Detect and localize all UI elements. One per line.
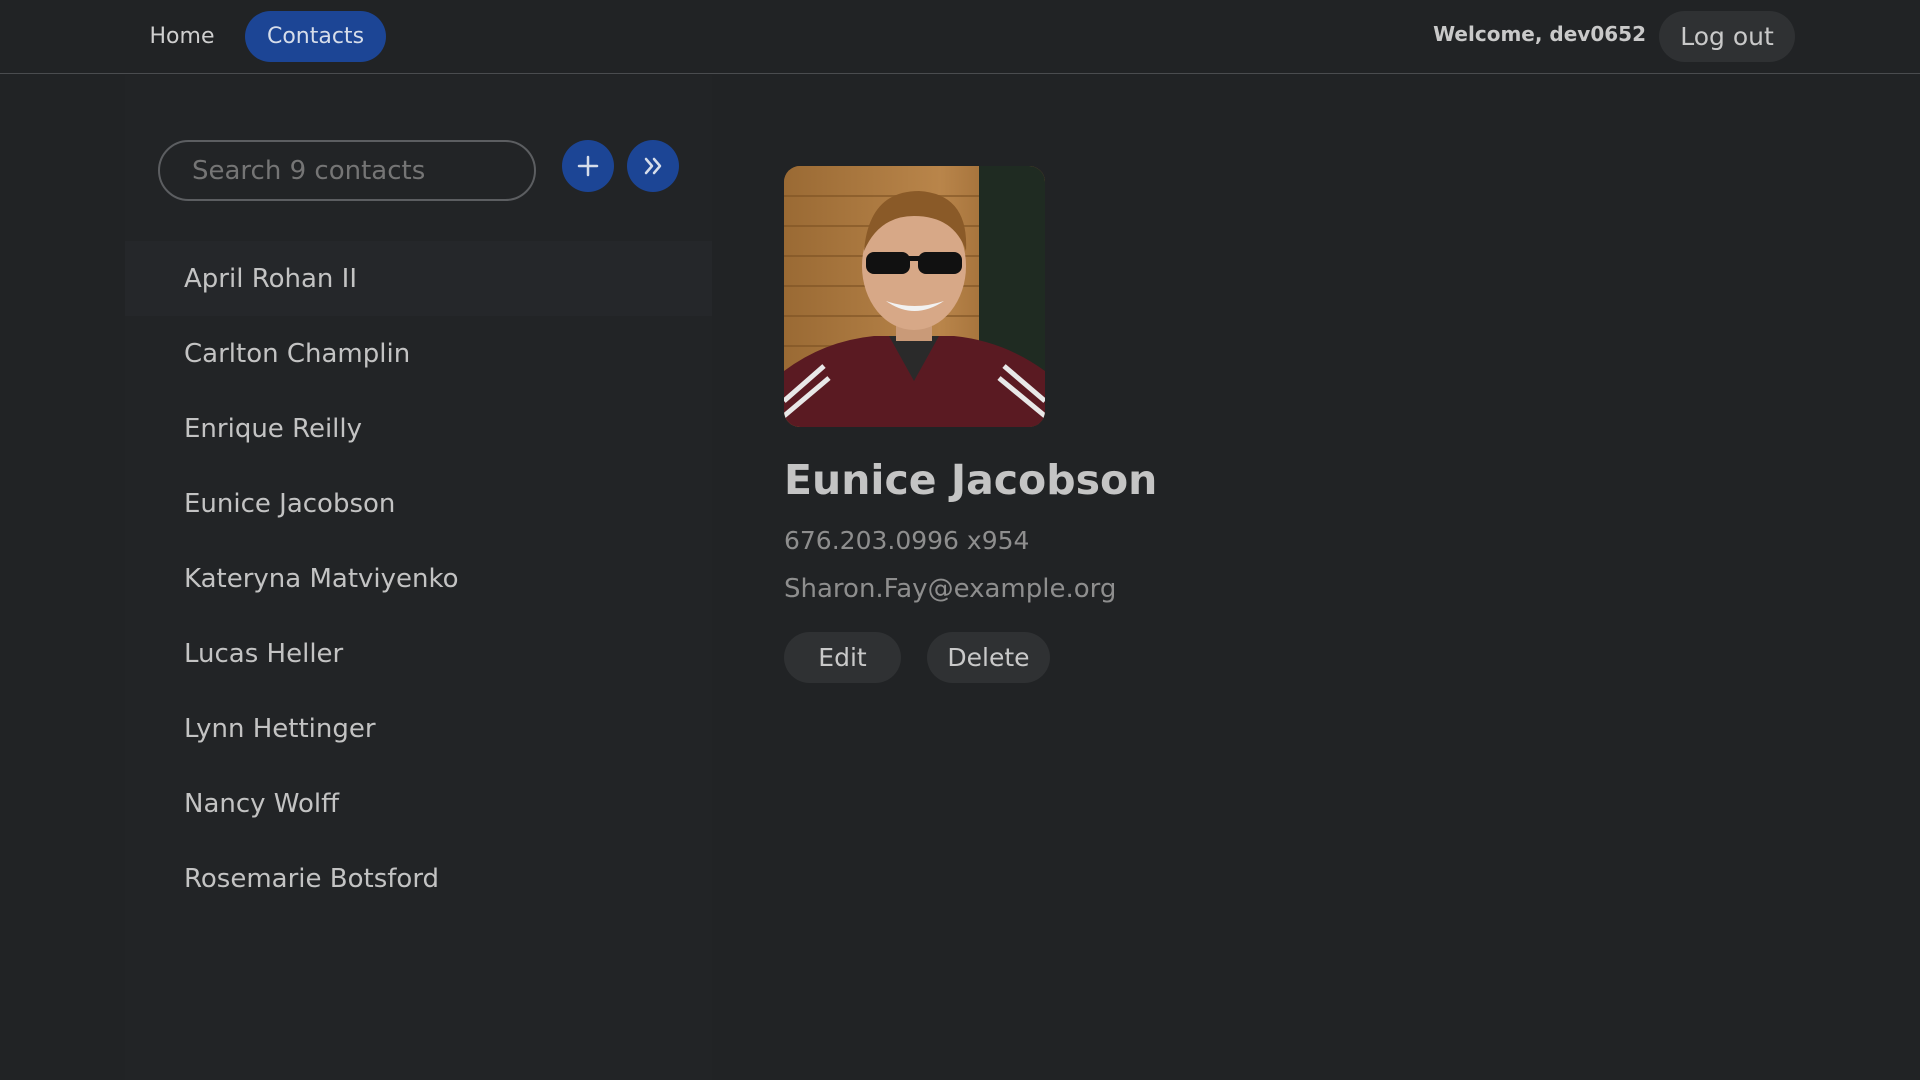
nav-contacts-link[interactable]: Contacts: [245, 11, 386, 62]
top-navbar: Home Contacts Welcome, dev0652 Log out: [0, 0, 1920, 74]
welcome-text: Welcome, dev0652: [1433, 22, 1646, 46]
contact-name-heading: Eunice Jacobson: [784, 456, 1158, 504]
double-chevron-right-icon: [644, 157, 662, 175]
contact-avatar: [784, 166, 1045, 427]
contact-list-item[interactable]: April Rohan II: [125, 241, 712, 316]
contact-list-item[interactable]: Lucas Heller: [125, 616, 712, 691]
search-input[interactable]: [158, 140, 536, 201]
contact-photo: [784, 166, 1045, 427]
logout-button[interactable]: Log out: [1659, 11, 1795, 62]
contact-list-item[interactable]: Lynn Hettinger: [125, 691, 712, 766]
add-contact-button[interactable]: [562, 140, 614, 192]
nav-home-link[interactable]: Home: [133, 11, 231, 62]
delete-button[interactable]: Delete: [927, 632, 1050, 683]
contact-list-item[interactable]: Kateryna Matviyenko: [125, 541, 712, 616]
contact-list-item[interactable]: Rosemarie Botsford: [125, 841, 712, 916]
contact-list-item[interactable]: Eunice Jacobson: [125, 466, 712, 541]
expand-button[interactable]: [627, 140, 679, 192]
plus-icon: [577, 155, 599, 177]
contact-list-item[interactable]: Enrique Reilly: [125, 391, 712, 466]
contact-list-item[interactable]: Carlton Champlin: [125, 316, 712, 391]
edit-button[interactable]: Edit: [784, 632, 901, 683]
contact-email: Sharon.Fay@example.org: [784, 574, 1117, 604]
contact-list-item[interactable]: Nancy Wolff: [125, 766, 712, 841]
contact-phone: 676.203.0996 x954: [784, 526, 1030, 555]
contact-list: April Rohan II Carlton Champlin Enrique …: [125, 241, 712, 916]
